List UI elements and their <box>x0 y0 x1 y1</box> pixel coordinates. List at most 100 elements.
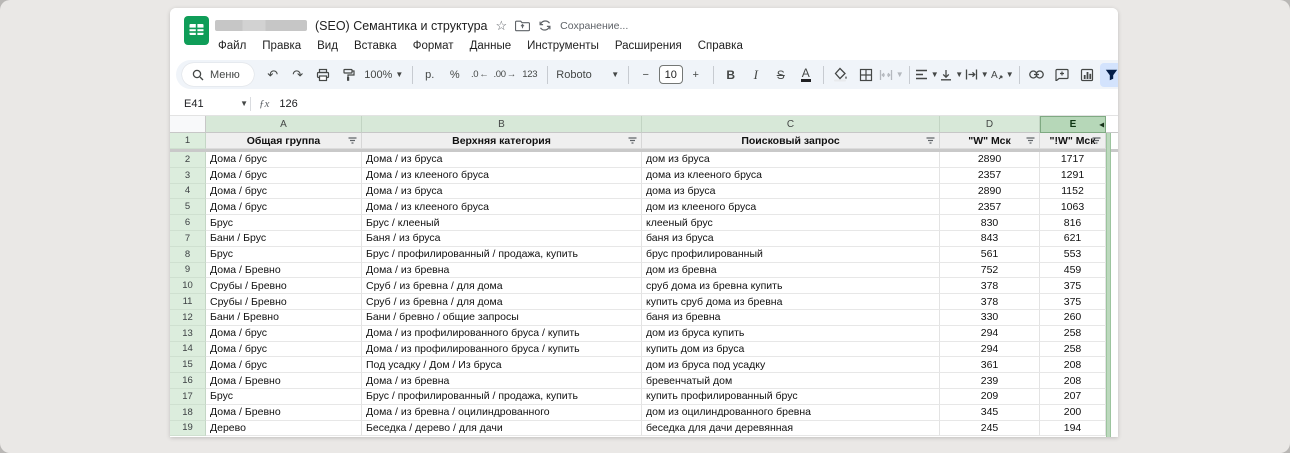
cell[interactable]: Бани / бревно / общие запросы <box>362 310 642 326</box>
cell[interactable]: Срубы / Бревно <box>206 278 362 294</box>
menu-item-file[interactable]: Файл <box>210 38 254 54</box>
create-filter-button[interactable] <box>1100 63 1118 87</box>
row-number[interactable]: 1 <box>170 133 206 149</box>
decrease-font-size-button[interactable]: − <box>634 63 658 87</box>
cell[interactable]: клееный брус <box>642 215 940 231</box>
row-number[interactable]: 19 <box>170 421 206 437</box>
row-number[interactable]: 3 <box>170 168 206 184</box>
row-number[interactable]: 18 <box>170 405 206 421</box>
increase-font-size-button[interactable]: + <box>684 63 708 87</box>
cell[interactable]: 378 <box>940 278 1040 294</box>
cell[interactable]: 345 <box>940 405 1040 421</box>
cell[interactable]: Беседка / дерево / для дачи <box>362 421 642 437</box>
cell[interactable]: беседка для дачи деревянная <box>642 421 940 437</box>
cell[interactable]: дом из клееного бруса <box>642 199 940 215</box>
row-number[interactable]: 11 <box>170 294 206 310</box>
text-color-button[interactable]: A <box>794 63 818 87</box>
cell[interactable]: Дома / брус <box>206 168 362 184</box>
cell[interactable]: Бани / Брус <box>206 231 362 247</box>
cell[interactable]: 260 <box>1040 310 1106 326</box>
font-family-select[interactable]: Roboto▼ <box>553 63 623 87</box>
horizontal-align-button[interactable]: ▼ <box>915 63 939 87</box>
strikethrough-button[interactable]: S <box>769 63 793 87</box>
cell[interactable]: купить сруб дома из бревна <box>642 294 940 310</box>
cell[interactable]: Брус <box>206 389 362 405</box>
header-cell-b1[interactable]: Верхняя категория <box>362 133 642 149</box>
text-rotation-button[interactable]: A ▼ <box>990 63 1014 87</box>
cell[interactable]: 200 <box>1040 405 1106 421</box>
cell[interactable]: 294 <box>940 342 1040 358</box>
hidden-columns-indicator[interactable]: ◀ <box>1099 121 1104 128</box>
header-filter-icon[interactable] <box>1092 137 1101 145</box>
row-number[interactable]: 12 <box>170 310 206 326</box>
cell[interactable]: Дома / из клееного бруса <box>362 168 642 184</box>
increase-decimal-button[interactable]: .00→ <box>493 63 517 87</box>
menu-item-insert[interactable]: Вставка <box>346 38 405 54</box>
cell[interactable]: Брус <box>206 247 362 263</box>
row-number[interactable]: 2 <box>170 152 206 168</box>
cell[interactable]: 1717 <box>1040 152 1106 168</box>
cell[interactable]: 245 <box>940 421 1040 437</box>
cell[interactable]: 1152 <box>1040 184 1106 200</box>
decrease-decimal-button[interactable]: .0← <box>468 63 492 87</box>
header-cell-e1[interactable]: "!W" Мск <box>1040 133 1106 149</box>
column-header-d[interactable]: D <box>940 116 1040 133</box>
menu-item-data[interactable]: Данные <box>462 38 520 54</box>
cell[interactable]: Дома / из профилированного бруса / купит… <box>362 326 642 342</box>
print-button[interactable] <box>311 63 335 87</box>
row-number[interactable]: 13 <box>170 326 206 342</box>
fill-color-button[interactable] <box>829 63 853 87</box>
header-filter-icon[interactable] <box>1026 137 1035 145</box>
cell[interactable]: бревенчатый дом <box>642 373 940 389</box>
menu-item-help[interactable]: Справка <box>690 38 751 54</box>
cell[interactable]: дом из бруса купить <box>642 326 940 342</box>
row-number[interactable]: 6 <box>170 215 206 231</box>
cell[interactable]: Дома / брус <box>206 357 362 373</box>
cell[interactable]: 207 <box>1040 389 1106 405</box>
cell[interactable]: баня из бревна <box>642 310 940 326</box>
cell[interactable]: Бани / Бревно <box>206 310 362 326</box>
select-all-corner[interactable] <box>170 116 206 133</box>
menu-item-view[interactable]: Вид <box>309 38 346 54</box>
cell[interactable]: дома из клееного бруса <box>642 168 940 184</box>
cell[interactable]: 459 <box>1040 263 1106 279</box>
header-cell-d1[interactable]: "W" Мск <box>940 133 1040 149</box>
cell[interactable]: 375 <box>1040 294 1106 310</box>
insert-link-button[interactable] <box>1025 63 1049 87</box>
cell[interactable]: Дома / из бревна <box>362 373 642 389</box>
name-box[interactable]: E41 ▼ <box>170 98 248 110</box>
cell[interactable]: Дома / Бревно <box>206 263 362 279</box>
row-number[interactable]: 16 <box>170 373 206 389</box>
cell[interactable]: 239 <box>940 373 1040 389</box>
header-filter-icon[interactable] <box>348 137 357 145</box>
cell[interactable]: 2890 <box>940 152 1040 168</box>
row-number[interactable]: 9 <box>170 263 206 279</box>
cell[interactable]: Дерево <box>206 421 362 437</box>
menu-search-button[interactable]: Меню <box>182 63 254 86</box>
redo-button[interactable]: ↷ <box>286 63 310 87</box>
plain-number-format-button[interactable]: 123 <box>518 63 542 87</box>
cell[interactable]: Под усадку / Дом / Из бруса <box>362 357 642 373</box>
menu-item-extensions[interactable]: Расширения <box>607 38 690 54</box>
header-filter-icon[interactable] <box>926 137 935 145</box>
cell[interactable]: 361 <box>940 357 1040 373</box>
cell[interactable]: Дома / из бруса <box>362 152 642 168</box>
row-number[interactable]: 8 <box>170 247 206 263</box>
cell[interactable]: 194 <box>1040 421 1106 437</box>
currency-format-button[interactable]: р. <box>418 63 442 87</box>
cell[interactable]: 378 <box>940 294 1040 310</box>
cell[interactable]: дом из бревна <box>642 263 940 279</box>
borders-button[interactable] <box>854 63 878 87</box>
row-number[interactable]: 10 <box>170 278 206 294</box>
cell[interactable]: Дома / из клееного бруса <box>362 199 642 215</box>
cell[interactable]: Брус / профилированный / продажа, купить <box>362 389 642 405</box>
cell[interactable]: Дома / брус <box>206 199 362 215</box>
menu-item-edit[interactable]: Правка <box>254 38 309 54</box>
cell[interactable]: 330 <box>940 310 1040 326</box>
star-icon[interactable]: ☆ <box>495 19 507 32</box>
cell[interactable]: 553 <box>1040 247 1106 263</box>
cell[interactable]: Дома / брус <box>206 342 362 358</box>
insert-comment-button[interactable] <box>1050 63 1074 87</box>
cell[interactable]: Дома / Бревно <box>206 373 362 389</box>
cell[interactable]: 375 <box>1040 278 1106 294</box>
